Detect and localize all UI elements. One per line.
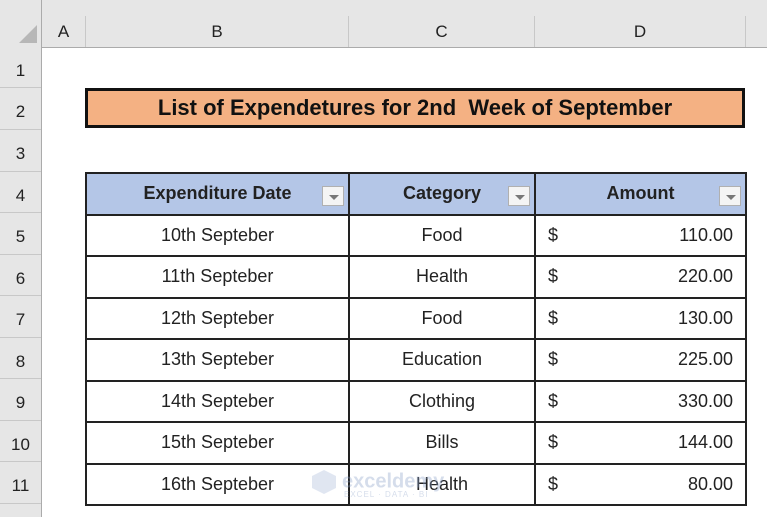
header-label: Category: [402, 183, 482, 204]
currency-symbol: $: [548, 432, 559, 452]
column-header-b[interactable]: B: [86, 16, 349, 47]
row-header-6[interactable]: 6: [0, 255, 41, 296]
category-cell[interactable]: Education: [348, 338, 536, 382]
header-label: Expenditure Date: [143, 183, 292, 204]
header-label: Amount: [606, 183, 675, 204]
currency-symbol: $: [548, 266, 559, 286]
date-cell[interactable]: 16th Septeber: [85, 462, 350, 506]
amount-cell[interactable]: $110.00: [534, 213, 747, 257]
header-amount[interactable]: Amount: [534, 172, 747, 216]
column-header-a[interactable]: A: [42, 16, 86, 47]
filter-dropdown-icon[interactable]: [508, 186, 530, 206]
row-header-4[interactable]: 4: [0, 172, 41, 213]
category-cell[interactable]: Food: [348, 213, 536, 257]
category-cell[interactable]: Health: [348, 462, 536, 506]
category-cell[interactable]: Bills: [348, 421, 536, 465]
amount-cell[interactable]: $80.00: [534, 462, 747, 506]
currency-symbol: $: [548, 390, 559, 411]
amount-value: 225.00: [677, 349, 733, 369]
amount-value: 130.00: [677, 307, 733, 328]
table-row: 15th Septeber Bills $144.00: [85, 421, 747, 465]
amount-value: 80.00: [687, 473, 733, 494]
row-header-9[interactable]: 9: [0, 379, 41, 421]
amount-cell[interactable]: $220.00: [534, 255, 747, 299]
header-expenditure-date[interactable]: Expenditure Date: [85, 172, 350, 216]
date-cell[interactable]: 14th Septeber: [85, 379, 350, 423]
row-header-3[interactable]: 3: [0, 130, 41, 172]
date-cell[interactable]: 10th Septeber: [85, 213, 350, 257]
row-header-7[interactable]: 7: [0, 296, 41, 338]
select-all-triangle-icon: [19, 25, 37, 43]
amount-cell[interactable]: $330.00: [534, 379, 747, 423]
category-cell[interactable]: Clothing: [348, 379, 536, 423]
amount-value: 330.00: [677, 390, 733, 411]
row-header-2[interactable]: 2: [0, 88, 41, 130]
header-category[interactable]: Category: [348, 172, 536, 216]
amount-value: 110.00: [679, 224, 733, 245]
amount-value: 144.00: [677, 432, 733, 452]
currency-symbol: $: [548, 307, 559, 328]
row-header-5[interactable]: 5: [0, 213, 41, 255]
row-header-1[interactable]: 1: [0, 47, 41, 88]
date-cell[interactable]: 11th Septeber: [85, 255, 350, 299]
amount-cell[interactable]: $225.00: [534, 338, 747, 382]
amount-value: 220.00: [677, 266, 733, 286]
amount-cell[interactable]: $144.00: [534, 421, 747, 465]
row-header-8[interactable]: 8: [0, 338, 41, 379]
currency-symbol: $: [548, 224, 559, 245]
table-row: 13th Septeber Education $225.00: [85, 338, 747, 382]
date-cell[interactable]: 15th Septeber: [85, 421, 350, 465]
row-header-10[interactable]: 10: [0, 421, 41, 462]
table-row: 12th Septeber Food $130.00: [85, 296, 747, 340]
category-cell[interactable]: Food: [348, 296, 536, 340]
row-header-bar: 1 2 3 4 5 6 7 8 9 10 11: [0, 47, 42, 517]
row-header-11[interactable]: 11: [0, 462, 41, 504]
sheet-title[interactable]: List of Expendetures for 2nd Week of Sep…: [85, 88, 745, 128]
category-cell[interactable]: Health: [348, 255, 536, 299]
currency-symbol: $: [548, 473, 559, 494]
table-header-row: Expenditure Date Category Amount: [85, 172, 747, 216]
date-cell[interactable]: 13th Septeber: [85, 338, 350, 382]
table-row: 10th Septeber Food $110.00: [85, 213, 747, 257]
filter-dropdown-icon[interactable]: [719, 186, 741, 206]
table-row: 14th Septeber Clothing $330.00: [85, 379, 747, 423]
column-header-c[interactable]: C: [349, 16, 535, 47]
date-cell[interactable]: 12th Septeber: [85, 296, 350, 340]
expenditure-table: Expenditure Date Category Amount 10th Se…: [85, 172, 747, 506]
filter-dropdown-icon[interactable]: [322, 186, 344, 206]
currency-symbol: $: [548, 349, 559, 369]
select-all-button[interactable]: [0, 0, 42, 47]
column-header-bar: A B C D: [0, 0, 767, 48]
table-row: 16th Septeber Health $80.00: [85, 462, 747, 506]
amount-cell[interactable]: $130.00: [534, 296, 747, 340]
column-header-d[interactable]: D: [535, 16, 746, 47]
table-row: 11th Septeber Health $220.00: [85, 255, 747, 299]
